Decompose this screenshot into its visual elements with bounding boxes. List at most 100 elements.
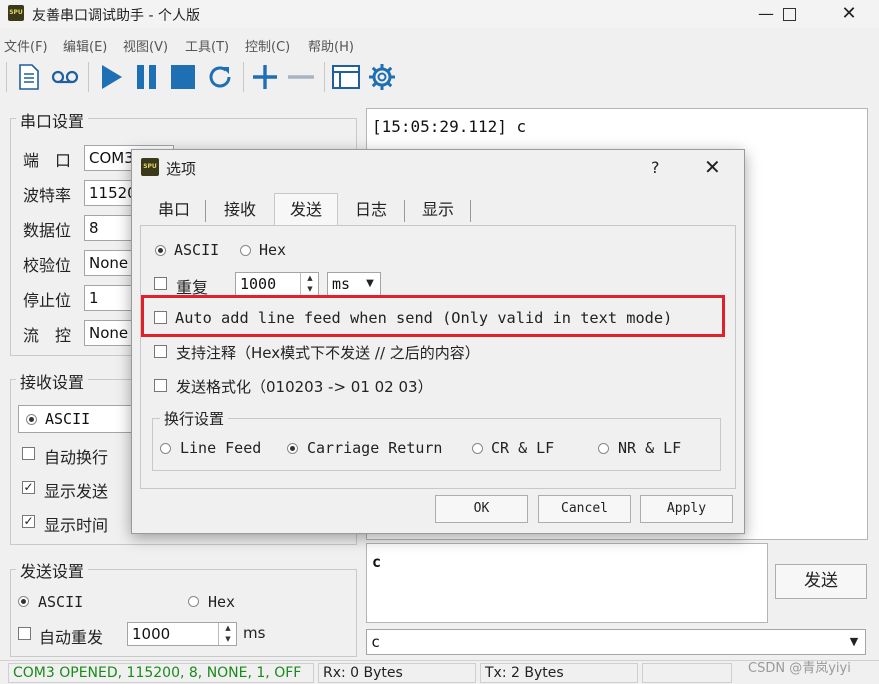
show-time-label: 显示时间 [44,516,109,535]
record-icon[interactable] [50,62,80,92]
remove-icon[interactable] [286,62,316,92]
auto-resend-label: 自动重发 [39,628,104,647]
send-settings-title: 发送设置 [16,558,89,582]
dialog-app-icon: SPU [141,158,159,176]
nl-carriage-return-label: Carriage Return [307,439,443,457]
menu-file[interactable]: 文件(F) [4,36,48,55]
send-format-checkbox[interactable] [154,379,167,392]
port-label: 端 口 [23,151,72,170]
stopbits-label: 停止位 [23,291,72,310]
help-icon[interactable]: ? [651,158,660,177]
repeat-stepper[interactable]: ▲ ▼ [300,273,319,295]
send-input-text: c [372,553,382,571]
refresh-icon[interactable] [205,62,235,92]
show-send-checkbox[interactable]: ✓ [22,481,35,494]
tab-divider [205,200,206,222]
menu-control[interactable]: 控制(C) [245,36,290,55]
dialog-ascii-radio[interactable] [155,245,166,256]
title-bar: SPU 友善串口调试助手 - 个人版 — ✕ [0,0,879,28]
tab-send[interactable]: 发送 [274,193,338,226]
menu-tools[interactable]: 工具(T) [185,36,229,55]
baud-label: 波特率 [23,186,72,205]
nl-line-feed-label: Line Feed [180,439,262,457]
nl-cr-lf-radio[interactable] [472,443,483,454]
newline-settings-title: 换行设置 [160,408,229,429]
databits-label: 数据位 [23,221,72,240]
menu-help[interactable]: 帮助(H) [308,36,354,55]
dialog-close-icon[interactable]: ✕ [704,155,721,179]
tab-serial[interactable]: 串口 [146,196,202,224]
parity-label: 校验位 [23,256,72,275]
auto-line-feed-checkbox[interactable] [154,311,167,324]
send-history-value: c [371,633,381,651]
pause-icon[interactable] [132,62,162,92]
nl-nr-lf-radio[interactable] [598,443,609,454]
comment-support-checkbox[interactable] [154,345,167,358]
send-format-label: 发送格式化（010203 -> 01 02 03） [176,378,433,396]
app-icon: SPU [8,5,24,21]
interval-unit: ms [243,624,266,642]
close-icon[interactable]: ✕ [826,0,872,28]
toolbar-separator [243,62,244,92]
send-input[interactable]: c [366,543,768,623]
receive-line: [15:05:29.112] c [372,117,527,136]
repeat-checkbox[interactable] [154,277,167,290]
tab-divider [470,200,471,222]
port-status: COM3 OPENED, 115200, 8, NONE, 1, OFF [8,663,314,683]
toolbar-separator [324,62,325,92]
dialog-hex-label: Hex [259,241,287,259]
cancel-button[interactable]: Cancel [538,495,631,523]
send-ascii-label: ASCII [38,593,84,611]
auto-wrap-checkbox[interactable] [22,447,35,460]
comment-support-label: 支持注释（Hex模式下不发送 // 之后的内容） [176,344,480,362]
window-title: 友善串口调试助手 - 个人版 [32,8,200,24]
send-hex-radio[interactable] [188,596,199,607]
toolbar-separator [88,62,89,92]
auto-wrap-label: 自动换行 [44,448,109,467]
menu-view[interactable]: 视图(V) [123,36,168,55]
auto-line-feed-label: Auto add line feed when send (Only valid… [175,309,673,327]
tab-receive[interactable]: 接收 [210,196,270,224]
tab-log[interactable]: 日志 [340,196,402,224]
unit-chevron-down-icon[interactable]: ▼ [362,274,378,294]
stop-icon[interactable] [168,62,198,92]
receive-ascii-radio[interactable] [26,414,37,425]
options-dialog: SPU 选项 ? ✕ 串口 接收 发送 日志 显示 ASCII Hex 重复 1… [131,149,745,534]
dialog-hex-radio[interactable] [240,245,251,256]
tab-divider [404,200,405,222]
chevron-down-icon[interactable]: ▼ [844,631,864,653]
toolbar-separator [6,62,7,92]
gear-icon[interactable] [367,62,397,92]
receive-settings-title: 接收设置 [16,369,89,393]
menu-edit[interactable]: 编辑(E) [63,36,107,55]
play-icon[interactable] [96,62,126,92]
dialog-title: 选项 [166,160,197,178]
show-send-label: 显示发送 [44,482,109,501]
send-hex-label: Hex [208,593,236,611]
nl-cr-lf-label: CR & LF [491,439,555,457]
window-icon[interactable] [331,62,361,92]
new-document-icon[interactable] [14,62,44,92]
send-history-select[interactable]: c [366,629,866,655]
tab-display[interactable]: 显示 [408,196,468,224]
add-icon[interactable] [250,62,280,92]
dialog-ascii-label: ASCII [174,241,220,259]
send-button[interactable]: 发送 [775,564,867,599]
show-time-checkbox[interactable]: ✓ [22,515,35,528]
send-ascii-radio[interactable] [18,596,29,607]
status-empty-pane [642,663,732,683]
ok-button[interactable]: OK [435,495,528,523]
interval-stepper[interactable]: ▲ ▼ [218,623,237,645]
receive-ascii-label: ASCII [45,410,91,428]
auto-resend-checkbox[interactable] [18,627,31,640]
serial-settings-title: 串口设置 [16,108,89,132]
maximize-icon[interactable] [766,0,812,28]
rx-count: Rx: 0 Bytes [318,663,476,683]
apply-button[interactable]: Apply [640,495,733,523]
tx-count: Tx: 2 Bytes [480,663,638,683]
nl-carriage-return-radio[interactable] [287,443,298,454]
nl-line-feed-radio[interactable] [160,443,171,454]
watermark: CSDN @青岚yiyi [748,661,851,676]
menu-bar: 文件(F) 编辑(E) 视图(V) 工具(T) 控制(C) 帮助(H) [0,34,879,55]
status-bar: COM3 OPENED, 115200, 8, NONE, 1, OFF Rx:… [0,660,879,684]
